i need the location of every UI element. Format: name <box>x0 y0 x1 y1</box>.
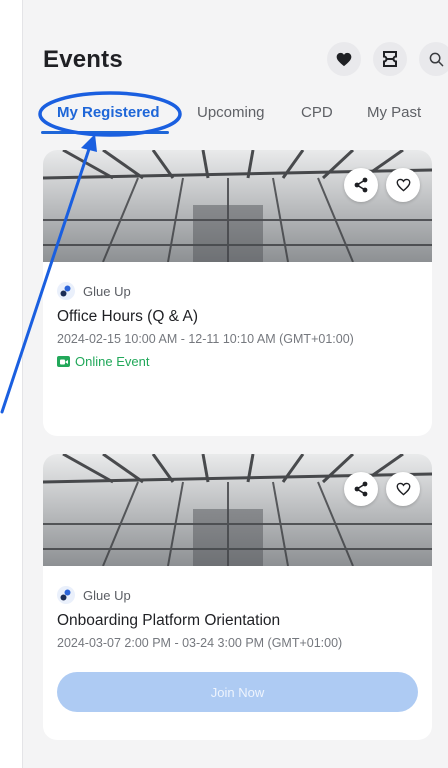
event-type-label: Online Event <box>75 354 150 369</box>
event-cover-image <box>43 454 432 566</box>
event-datetime: 2024-03-07 2:00 PM - 03-24 3:00 PM (GMT+… <box>57 636 343 650</box>
glue-up-logo-icon <box>57 586 75 604</box>
favorite-button[interactable] <box>386 472 420 506</box>
share-icon <box>354 177 368 193</box>
event-title: Office Hours (Q & A) <box>57 308 198 325</box>
organizer: Glue Up <box>57 584 418 606</box>
heart-icon <box>336 52 352 66</box>
search-button[interactable] <box>419 42 448 76</box>
tab-my-registered[interactable]: My Registered <box>57 104 160 121</box>
share-button[interactable] <box>344 168 378 202</box>
tab-bar: My Registered Upcoming CPD My Past <box>43 92 448 134</box>
share-button[interactable] <box>344 472 378 506</box>
organizer: Glue Up <box>57 280 418 302</box>
glue-up-logo-icon <box>57 282 75 300</box>
event-datetime: 2024-02-15 10:00 AM - 12-11 10:10 AM (GM… <box>57 332 354 346</box>
share-icon <box>354 481 368 497</box>
heart-outline-icon <box>396 178 410 192</box>
event-details: Glue Up Onboarding Platform Orientation … <box>43 566 432 712</box>
ticket-icon <box>383 51 397 67</box>
favorites-button[interactable] <box>327 42 361 76</box>
tickets-button[interactable] <box>373 42 407 76</box>
event-title: Onboarding Platform Orientation <box>57 612 281 629</box>
tab-my-past[interactable]: My Past <box>367 104 421 121</box>
header: Events <box>43 42 448 82</box>
event-cover-image <box>43 150 432 262</box>
event-type: Online Event <box>57 354 418 369</box>
favorite-button[interactable] <box>386 168 420 202</box>
tab-cpd[interactable]: CPD <box>301 104 333 121</box>
organizer-name: Glue Up <box>83 283 131 299</box>
video-camera-icon <box>57 356 70 367</box>
heart-outline-icon <box>396 482 410 496</box>
join-now-button[interactable]: Join Now <box>57 672 418 712</box>
event-card[interactable]: Glue Up Office Hours (Q & A) 2024-02-15 … <box>43 150 432 436</box>
event-card[interactable]: Glue Up Onboarding Platform Orientation … <box>43 454 432 740</box>
events-screen: Events My Registered Upcoming CPD My Pas… <box>22 0 448 768</box>
page-title: Events <box>43 46 123 73</box>
search-icon <box>429 52 443 66</box>
event-details: Glue Up Office Hours (Q & A) 2024-02-15 … <box>43 262 432 369</box>
tab-upcoming[interactable]: Upcoming <box>197 104 265 121</box>
organizer-name: Glue Up <box>83 587 131 603</box>
active-tab-indicator <box>41 131 169 134</box>
